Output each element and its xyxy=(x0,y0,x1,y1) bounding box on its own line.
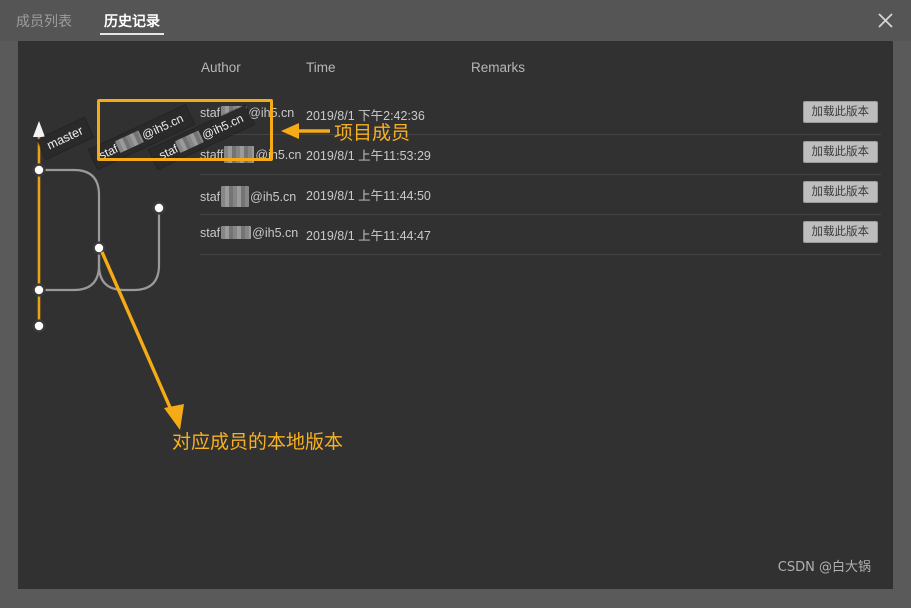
table-row[interactable]: staf @ih5.cn 2019/8/1 上午11:44:50 加载此版本 xyxy=(18,174,893,214)
author-suffix: @ih5.cn xyxy=(250,190,297,204)
annotation-highlight-box xyxy=(97,99,273,161)
column-header-row: Author Time Remarks xyxy=(18,41,893,94)
author-prefix: staf xyxy=(200,226,221,240)
close-icon xyxy=(878,13,893,28)
cell-action: 加载此版本 xyxy=(802,101,878,124)
tab-history[interactable]: 历史记录 xyxy=(88,0,176,41)
annotation-label-members: 项目成员 xyxy=(334,122,411,144)
column-header-time: Time xyxy=(306,60,336,75)
cell-time: 2019/8/1 上午11:44:50 xyxy=(306,189,431,203)
author-suffix: @ih5.cn xyxy=(252,226,299,240)
cell-author: staf @ih5.cn xyxy=(200,186,296,207)
load-version-button[interactable]: 加载此版本 xyxy=(802,141,878,164)
title-bar: 成员列表 历史记录 xyxy=(0,0,911,41)
load-version-button[interactable]: 加载此版本 xyxy=(802,101,878,124)
cell-time: 2019/8/1 上午11:53:29 xyxy=(306,149,431,163)
tab-active-underline xyxy=(100,33,164,35)
watermark: CSDN @白大锅 xyxy=(777,560,871,575)
annotation-label-local-version: 对应成员的本地版本 xyxy=(172,431,344,453)
cell-action: 加载此版本 xyxy=(802,221,878,244)
cell-time: 2019/8/1 上午11:44:47 xyxy=(306,229,431,243)
redaction-mask xyxy=(221,226,252,239)
row-separator xyxy=(200,214,881,215)
load-version-button[interactable]: 加载此版本 xyxy=(802,221,878,244)
column-header-author: Author xyxy=(201,60,241,75)
tab-bar: 成员列表 历史记录 xyxy=(0,0,176,41)
row-separator xyxy=(200,254,881,255)
tab-member-list-label: 成员列表 xyxy=(16,12,72,29)
cell-action: 加载此版本 xyxy=(802,181,878,204)
cell-action: 加载此版本 xyxy=(802,141,878,164)
table-row-trailing-separator xyxy=(18,254,893,272)
load-version-button[interactable]: 加载此版本 xyxy=(802,181,878,204)
column-header-remarks: Remarks xyxy=(471,60,526,75)
author-prefix: staf xyxy=(200,190,221,204)
history-panel-window: 成员列表 历史记录 Author Time Remarks staf @ih5.… xyxy=(0,0,911,608)
cell-author: staf @ih5.cn xyxy=(200,226,298,240)
row-separator xyxy=(200,174,881,175)
row-separator xyxy=(200,134,881,135)
table-row[interactable]: staf @ih5.cn 2019/8/1 上午11:44:47 加载此版本 xyxy=(18,214,893,254)
redaction-mask xyxy=(221,186,250,207)
close-button[interactable] xyxy=(860,0,911,41)
tab-member-list[interactable]: 成员列表 xyxy=(0,0,88,41)
tab-history-label: 历史记录 xyxy=(104,12,160,29)
